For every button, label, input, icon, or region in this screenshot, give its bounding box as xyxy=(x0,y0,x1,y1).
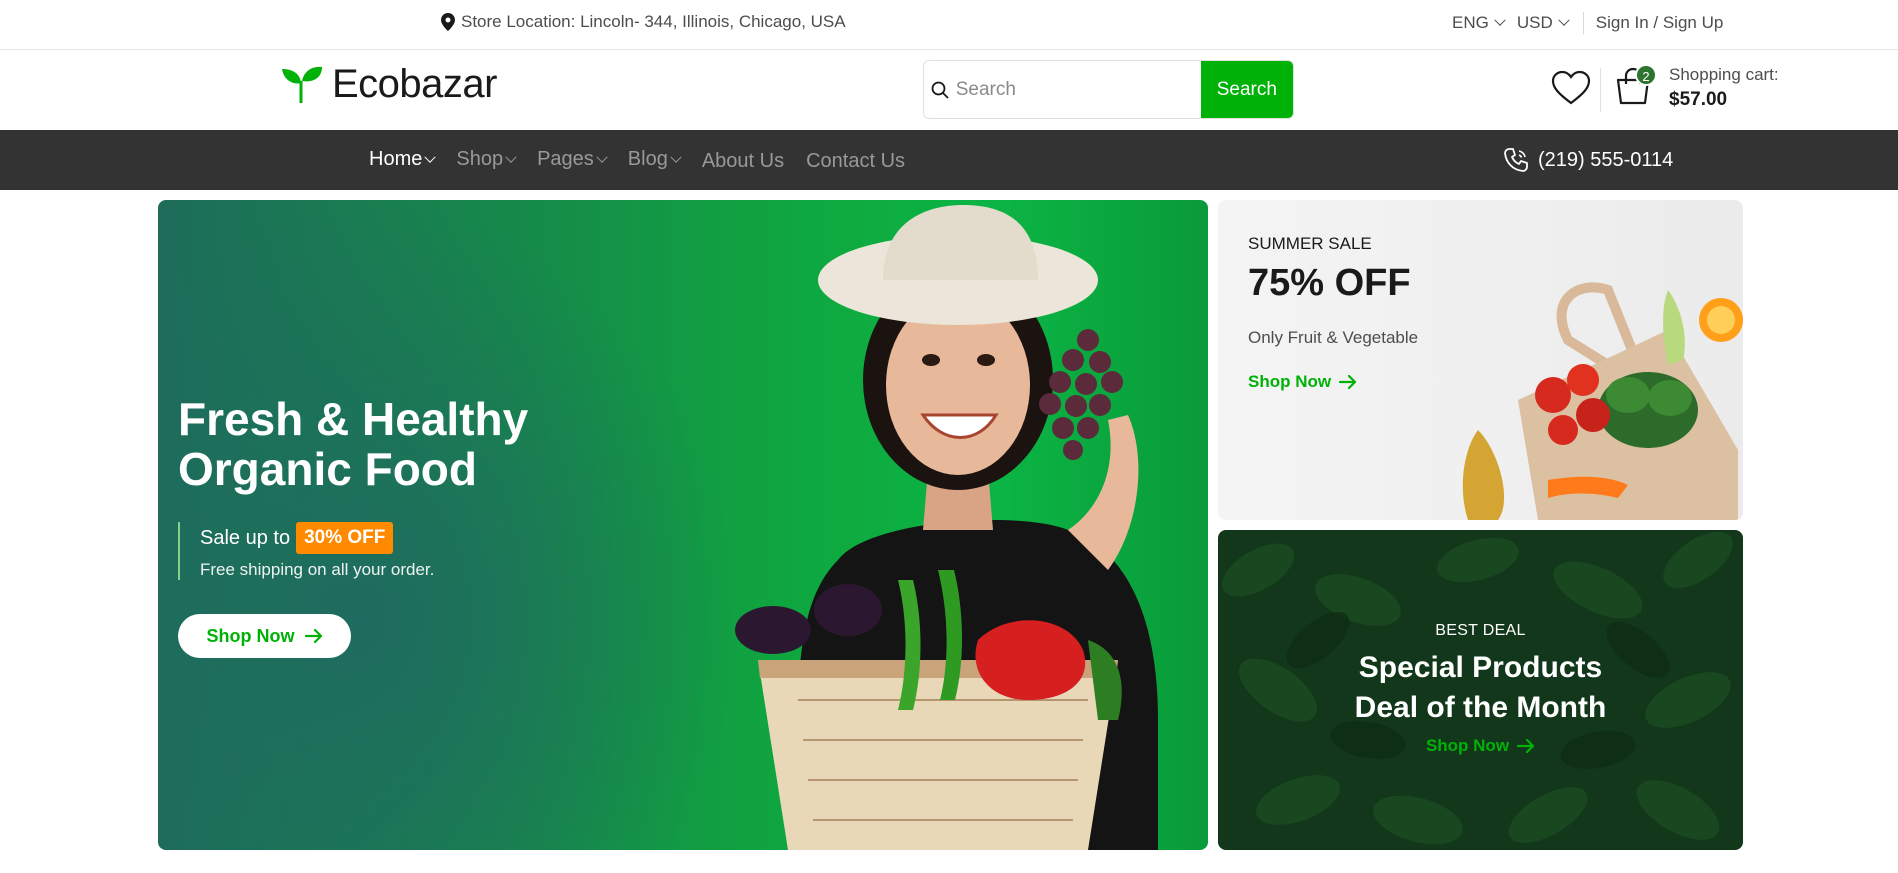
shipping-note: Free shipping on all your order. xyxy=(200,560,435,579)
heart-icon xyxy=(1551,70,1591,105)
cart-label: Shopping cart: xyxy=(1669,65,1779,84)
nav-item-about[interactable]: About Us xyxy=(702,146,784,173)
chevron-down-icon xyxy=(596,151,608,163)
hero-sale-info: Sale up to 30% OFF Free shipping on all … xyxy=(178,522,434,580)
phone-icon xyxy=(1504,148,1528,172)
best-deal-title-line1: Special Products xyxy=(1358,651,1603,684)
cart-count-badge: 2 xyxy=(1635,64,1657,86)
chevron-down-icon xyxy=(1558,14,1570,26)
nav-item-blog[interactable]: Blog xyxy=(627,146,682,173)
search-button[interactable]: Search xyxy=(1200,61,1293,118)
summer-sale-shop-now-link[interactable]: Shop Now xyxy=(1248,372,1357,392)
nav-item-pages[interactable]: Pages xyxy=(537,146,608,173)
sale-prefix: Sale up to xyxy=(200,526,291,549)
hero-title-line2: Organic Food xyxy=(178,443,477,495)
currency-value: USD xyxy=(1516,13,1553,32)
arrow-right-icon xyxy=(1339,374,1357,390)
shop-now-label: Shop Now xyxy=(206,625,295,646)
cart-total: $57.00 xyxy=(1669,89,1728,110)
summer-sale-eyebrow: SUMMER SALE xyxy=(1248,234,1372,253)
chevron-down-icon xyxy=(424,151,437,163)
arrow-right-icon xyxy=(1517,738,1535,754)
arrow-right-icon xyxy=(304,628,322,644)
cart-button[interactable]: 2 xyxy=(1613,64,1657,111)
nav-item-label: Shop xyxy=(456,148,504,170)
chevron-down-icon xyxy=(670,151,682,163)
summer-sale-subtitle: Only Fruit & Vegetable xyxy=(1248,328,1419,347)
nav-item-shop[interactable]: Shop xyxy=(456,146,517,173)
nav-item-label: Pages xyxy=(537,148,594,170)
hero-banner: Fresh & Healthy Organic Food Sale up to … xyxy=(158,200,1208,850)
leaf-logo-icon xyxy=(282,66,322,103)
best-deal-title-line2: Deal of the Month xyxy=(1354,691,1607,724)
store-location: Store Location: Lincoln- 344, Illinois, … xyxy=(441,12,846,32)
phone-number: (219) 555-0114 xyxy=(1538,148,1674,171)
sign-in-link[interactable]: Sign In / Sign Up xyxy=(1596,13,1724,33)
hero-title-line1: Fresh & Healthy xyxy=(178,393,529,445)
brand-logo[interactable]: Ecobazar xyxy=(280,62,497,107)
nav-item-contact[interactable]: Contact Us xyxy=(806,146,905,173)
nav-item-label: Home xyxy=(369,148,423,170)
main-nav: Home Shop Pages Blog About Us Contact Us… xyxy=(0,130,1898,190)
summer-sale-card: SUMMER SALE 75% OFF Only Fruit & Vegetab… xyxy=(1218,200,1743,520)
best-deal-card: BEST DEAL Special Products Deal of the M… xyxy=(1218,530,1743,850)
best-deal-eyebrow: BEST DEAL xyxy=(1435,622,1526,639)
language-select[interactable]: ENG xyxy=(1452,13,1506,33)
nav-item-label: Contact Us xyxy=(806,150,906,172)
hero-title: Fresh & Healthy Organic Food xyxy=(178,394,528,494)
best-deal-title: Special Products Deal of the Month xyxy=(1218,648,1743,728)
search-input[interactable] xyxy=(955,61,1201,118)
map-pin-icon xyxy=(441,13,455,31)
nav-item-label: Blog xyxy=(627,148,668,170)
shop-now-label: Shop Now xyxy=(1425,736,1510,755)
nav-item-label: About Us xyxy=(701,150,785,172)
phone-contact[interactable]: (219) 555-0114 xyxy=(1502,146,1673,174)
search-bar: Search xyxy=(923,60,1294,119)
currency-select[interactable]: USD xyxy=(1516,13,1570,33)
brand-name: Ecobazar xyxy=(332,62,497,106)
nav-item-home[interactable]: Home xyxy=(369,146,437,173)
top-bar: Store Location: Lincoln- 344, Illinois, … xyxy=(0,0,1898,50)
search-icon xyxy=(924,61,956,118)
wishlist-button[interactable] xyxy=(1551,70,1591,111)
summer-sale-headline: 75% OFF xyxy=(1248,262,1411,304)
store-location-text: Store Location: Lincoln- 344, Illinois, … xyxy=(461,12,846,31)
chevron-down-icon xyxy=(1494,14,1506,26)
cart-summary[interactable]: Shopping cart: $57.00 xyxy=(1669,65,1779,111)
header: Ecobazar Search 2 Shopping cart: $57.00 xyxy=(0,50,1898,130)
chevron-down-icon xyxy=(505,151,517,163)
woman-with-vegetables-image xyxy=(735,205,1158,850)
divider xyxy=(1582,12,1584,34)
discount-badge: 30% OFF xyxy=(296,522,394,554)
vegetable-bag-image xyxy=(1462,282,1743,520)
shop-now-label: Shop Now xyxy=(1248,372,1332,391)
hero-shop-now-button[interactable]: Shop Now xyxy=(178,614,351,658)
divider xyxy=(1600,68,1601,112)
language-value: ENG xyxy=(1452,13,1489,32)
best-deal-shop-now-link[interactable]: Shop Now xyxy=(1426,736,1535,756)
